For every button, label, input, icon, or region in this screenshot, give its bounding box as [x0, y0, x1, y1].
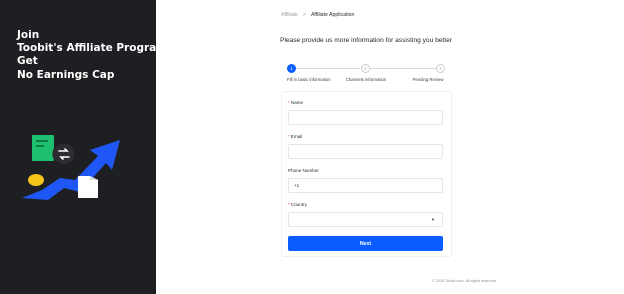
progress-stepper: 1 Fill in basic information 2 Channels i…	[280, 62, 452, 86]
breadcrumb-separator: >	[302, 12, 306, 18]
phone-input[interactable]	[311, 180, 439, 191]
breadcrumb: Affiliate > Affiliate Application	[281, 12, 354, 18]
required-mark: *	[288, 202, 290, 207]
required-mark: *	[288, 100, 290, 105]
step-3-indicator: 3	[436, 64, 445, 73]
growth-illustration	[22, 135, 120, 200]
country-code-selector[interactable]: +1	[294, 183, 299, 188]
step-1-label: Fill in basic information	[287, 77, 331, 82]
hero-line-get: Get	[17, 55, 38, 68]
phone-field: +1	[288, 178, 443, 193]
hero-line-cap: No Earnings Cap	[17, 68, 115, 81]
email-label: *Email	[288, 134, 302, 139]
hero-line-join: Join	[17, 29, 40, 41]
name-input[interactable]	[288, 110, 443, 125]
promo-panel: Join Toobit's Affiliate Program Get No E…	[0, 0, 167, 294]
phone-label: Phone Number	[288, 168, 319, 173]
name-label-text: Name	[290, 100, 304, 105]
name-label: *Name	[288, 100, 303, 105]
country-label-text: Country	[290, 202, 307, 207]
step-2-indicator: 2	[361, 64, 370, 73]
hero-text: Join Toobit's Affiliate Program Get No E…	[17, 29, 167, 82]
exchange-icon	[52, 142, 76, 166]
step-connector	[370, 68, 436, 69]
step-connector	[296, 68, 360, 69]
step-1-indicator: 1	[287, 64, 296, 73]
email-label-text: Email	[290, 134, 303, 139]
step-3-label: Pending Review	[412, 77, 444, 82]
coin-icon	[28, 174, 44, 186]
country-label: *Country	[288, 202, 307, 207]
step-2-label: Channels information	[345, 77, 387, 82]
page-heading: Please provide us more information for a…	[280, 37, 452, 44]
breadcrumb-affiliate-link[interactable]: Affiliate	[281, 12, 298, 18]
document-icon	[32, 135, 54, 161]
required-mark: *	[288, 134, 290, 139]
hero-line-program: Toobit's Affiliate Program	[17, 42, 168, 55]
next-button[interactable]: Next	[288, 236, 443, 251]
email-input[interactable]	[288, 144, 443, 159]
country-select[interactable]: ▼	[288, 212, 443, 227]
chevron-down-icon: ▼	[431, 217, 435, 222]
breadcrumb-current: Affiliate Application	[310, 12, 355, 18]
copyright-footer: © 2025 Toobit.com. All rights reserved.	[432, 279, 497, 283]
